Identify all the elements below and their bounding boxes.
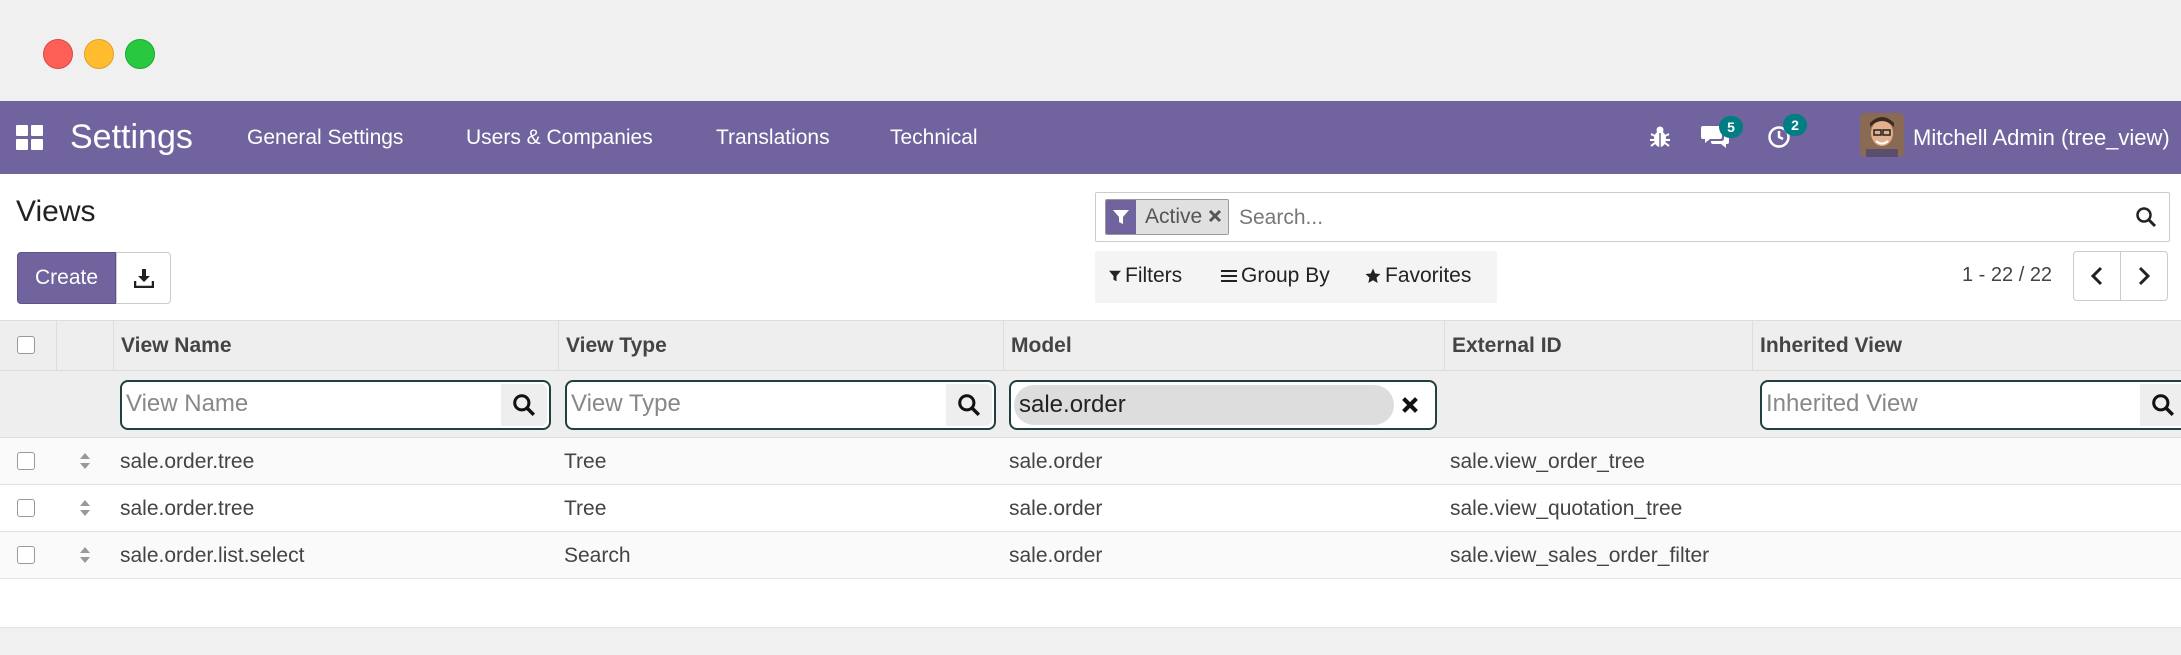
views-list-table: View Name View Type Model External ID In… (0, 321, 2181, 627)
column-header-inherited-view[interactable]: Inherited View (1753, 321, 2181, 371)
star-icon (1365, 268, 1381, 283)
view-type-filter-input[interactable] (571, 390, 941, 418)
top-navbar: Settings General Settings Users & Compan… (0, 101, 2181, 174)
cell-model: sale.order (1009, 544, 1103, 567)
close-window-button[interactable] (43, 39, 73, 69)
chevron-left-icon (2090, 266, 2103, 286)
cell-view-name: sale.order.list.select (120, 544, 305, 567)
funnel-icon (1109, 270, 1121, 282)
view-type-filter (565, 380, 996, 430)
drag-handle-icon[interactable] (78, 497, 92, 519)
pager-previous-button[interactable] (2073, 251, 2121, 301)
drag-handle-icon[interactable] (78, 450, 92, 472)
minimize-window-button[interactable] (84, 39, 114, 69)
search-icon[interactable] (2135, 206, 2157, 233)
menu-general-settings[interactable]: General Settings (247, 125, 403, 151)
user-avatar[interactable] (1860, 113, 1904, 157)
user-menu[interactable]: Mitchell Admin (tree_view) (1913, 124, 2170, 152)
maximize-window-button[interactable] (125, 39, 155, 69)
inherited-view-filter (1760, 380, 2181, 430)
cell-view-name: sale.order.tree (120, 497, 255, 520)
column-header-view-name[interactable]: View Name (114, 321, 559, 371)
chevron-right-icon (2138, 266, 2151, 286)
view-name-filter (120, 380, 551, 430)
breadcrumb: Views (16, 195, 96, 228)
debug-bug-icon[interactable] (1649, 125, 1671, 154)
view-name-filter-input[interactable] (126, 390, 496, 418)
cell-model: sale.order (1009, 497, 1103, 520)
messages-count-badge: 5 (1719, 116, 1743, 138)
filters-dropdown[interactable]: Filters (1109, 264, 1182, 288)
search-icon[interactable] (946, 384, 992, 426)
cell-view-type: Tree (564, 450, 607, 473)
cell-model: sale.order (1009, 450, 1103, 473)
remove-facet-icon[interactable] (1208, 200, 1222, 234)
search-input[interactable] (1239, 203, 2119, 233)
search-icon[interactable] (501, 384, 547, 426)
table-row[interactable]: sale.order.list.select Search sale.order… (0, 532, 2181, 579)
column-header-view-type[interactable]: View Type (559, 321, 1004, 371)
row-checkbox[interactable] (17, 499, 35, 517)
create-button[interactable]: Create (17, 252, 116, 304)
menu-users-companies[interactable]: Users & Companies (466, 125, 653, 151)
search-icon[interactable] (2140, 384, 2181, 426)
groupby-dropdown[interactable]: Group By (1221, 264, 1330, 288)
download-icon (133, 269, 154, 288)
pager-value[interactable]: 1 - 22 / 22 (1962, 264, 2052, 287)
cell-view-type: Tree (564, 497, 607, 520)
inherited-view-filter-input[interactable] (1766, 390, 2126, 418)
export-button[interactable] (116, 252, 171, 304)
search-options-bar: Filters Group By Favorites (1095, 251, 1497, 303)
filter-icon (1106, 200, 1136, 234)
model-filter-value[interactable]: sale.order (1014, 385, 1394, 425)
active-filter-facet: Active (1105, 199, 1230, 235)
horizontal-scrollbar[interactable] (0, 627, 2181, 655)
row-checkbox[interactable] (17, 452, 35, 470)
column-filter-row: sale.order (0, 371, 2181, 438)
cell-view-type: Search (564, 544, 631, 567)
clear-filter-icon[interactable] (1387, 384, 1433, 426)
list-icon (1221, 270, 1237, 282)
menu-technical[interactable]: Technical (890, 125, 978, 151)
column-header-model[interactable]: Model (1004, 321, 1445, 371)
cell-external-id: sale.view_quotation_tree (1450, 497, 1683, 520)
handle-column-header (57, 321, 114, 371)
favorites-dropdown[interactable]: Favorites (1365, 264, 1471, 288)
select-all-cell (0, 321, 57, 371)
table-header: View Name View Type Model External ID In… (0, 321, 2181, 371)
row-checkbox[interactable] (17, 546, 35, 564)
drag-handle-icon[interactable] (78, 544, 92, 566)
app-grid-icon[interactable] (16, 125, 44, 151)
app-name[interactable]: Settings (70, 117, 193, 157)
search-bar: Active (1095, 192, 2170, 242)
facet-label: Active (1145, 205, 1203, 228)
model-filter: sale.order (1009, 380, 1437, 430)
table-row[interactable]: sale.order.tree Tree sale.order sale.vie… (0, 485, 2181, 532)
window-titlebar (0, 0, 2181, 101)
pager-next-button[interactable] (2120, 251, 2168, 301)
select-all-checkbox[interactable] (17, 336, 35, 354)
control-panel: Views Create Active Filters (0, 174, 2181, 321)
activities-count-badge: 2 (1783, 114, 1807, 136)
cell-view-name: sale.order.tree (120, 450, 255, 473)
table-row[interactable]: sale.order.tree Tree sale.order sale.vie… (0, 438, 2181, 485)
cell-external-id: sale.view_order_tree (1450, 450, 1645, 473)
column-header-external-id[interactable]: External ID (1445, 321, 1753, 371)
cell-external-id: sale.view_sales_order_filter (1450, 544, 1710, 567)
menu-translations[interactable]: Translations (716, 125, 830, 151)
